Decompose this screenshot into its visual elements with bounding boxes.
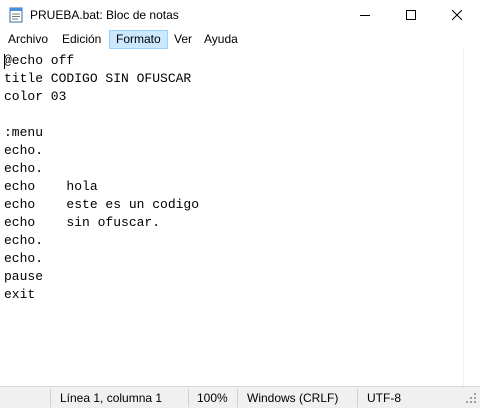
vertical-scrollbar[interactable] (463, 49, 480, 386)
menu-ayuda[interactable]: Ayuda (198, 30, 244, 49)
close-button[interactable] (434, 0, 480, 30)
window-title: PRUEBA.bat: Bloc de notas (30, 8, 179, 22)
menu-formato[interactable]: Formato (109, 30, 168, 49)
line-endings: Windows (CRLF) (247, 391, 339, 405)
minimize-button[interactable] (342, 0, 388, 30)
menu-archivo[interactable]: Archivo (2, 30, 54, 49)
editor-text[interactable]: @echo off title CODIGO SIN OFUSCAR color… (4, 52, 199, 304)
status-separator (237, 389, 238, 407)
maximize-icon (406, 10, 416, 20)
menu-ver[interactable]: Ver (168, 30, 198, 49)
maximize-button[interactable] (388, 0, 434, 30)
zoom-level: 100% (197, 391, 228, 405)
text-editor[interactable]: @echo off title CODIGO SIN OFUSCAR color… (0, 49, 463, 386)
status-separator (357, 389, 358, 407)
resize-grip-icon[interactable] (465, 392, 477, 404)
menu-bar: Archivo Edición Formato Ver Ayuda (0, 30, 480, 49)
menu-edicion[interactable]: Edición (56, 30, 107, 49)
status-separator (188, 389, 189, 407)
minimize-icon (360, 15, 370, 16)
close-icon (452, 10, 462, 20)
status-bar: Línea 1, columna 1 100% Windows (CRLF) U… (0, 386, 480, 408)
text-caret (4, 54, 5, 69)
encoding: UTF-8 (367, 391, 401, 405)
notepad-icon (9, 7, 23, 23)
title-bar[interactable]: PRUEBA.bat: Bloc de notas (0, 0, 480, 30)
cursor-position: Línea 1, columna 1 (60, 391, 163, 405)
status-separator (50, 389, 51, 407)
